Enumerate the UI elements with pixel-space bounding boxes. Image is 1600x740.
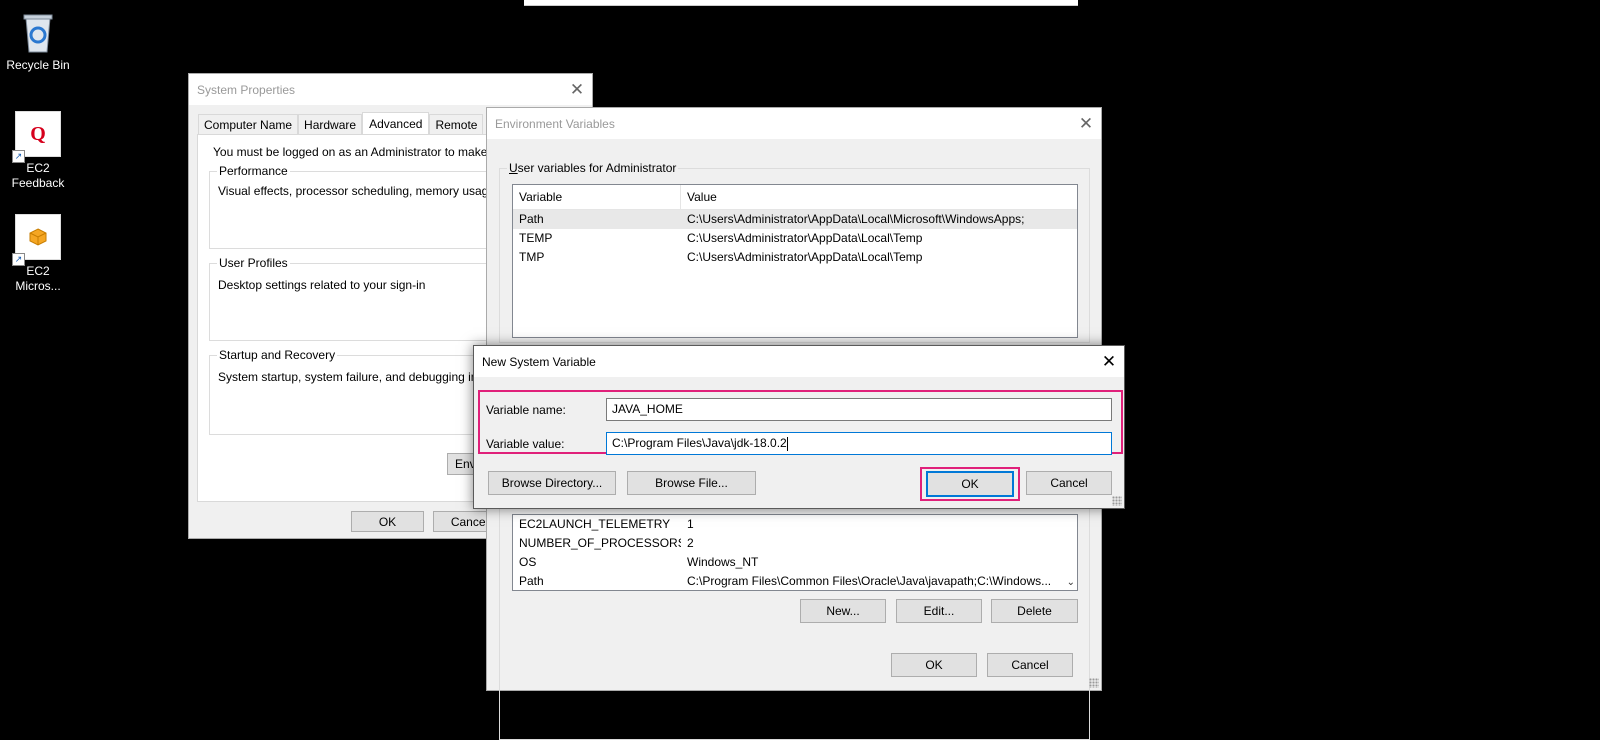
new-variable-ok-button[interactable]: OK [926,471,1014,497]
variable-value-label: Variable value: [486,437,565,451]
desktop-icon-tile: ↗ [12,214,61,266]
background-window-edge [524,0,1078,6]
shortcut-arrow-icon: ↗ [12,253,25,266]
desktop-icon-label-line1: EC2 [26,264,50,278]
new-system-variable-dialog: New System Variable ✕ Variable name: JAV… [473,345,1125,509]
value-cell: 1 [687,517,694,531]
scroll-down-icon[interactable]: ⌄ [1067,577,1075,588]
system-variables-list[interactable]: EC2LAUNCH_TELEMETRY 1 NUMBER_OF_PROCESSORS… [512,514,1078,591]
system-properties-ok-button[interactable]: OK [351,511,424,532]
variable-cell: TMP [519,250,545,264]
resize-grip-icon[interactable] [1089,678,1099,688]
user-variables-list[interactable]: Variable Value Path C:\Users\Administrato… [512,184,1078,338]
user-profiles-label: User Profiles [217,256,290,270]
desktop-icon-label-line2: Feedback [11,176,65,190]
variable-cell: TEMP [519,231,553,245]
delete-system-variable-button[interactable]: Delete [991,599,1078,623]
browse-directory-button[interactable]: Browse Directory... [488,471,616,495]
edit-system-variable-button[interactable]: Edit... [896,599,982,623]
close-icon[interactable]: ✕ [1094,346,1124,377]
table-row[interactable]: Path C:\Program Files\Common Files\Oracle… [513,572,1077,590]
close-icon[interactable]: ✕ [562,74,592,105]
browse-file-button[interactable]: Browse File... [627,471,756,495]
column-header-variable[interactable]: Variable [513,185,681,209]
window-title: System Properties [197,82,296,97]
variable-cell: OS [519,555,537,569]
tab-strip: Computer Name Hardware Advanced Remote [198,112,484,134]
table-row[interactable]: Path C:\Users\Administrator\AppData\Local… [513,210,1077,229]
dialog-title: New System Variable [482,354,596,369]
desktop-icon-recycle-bin[interactable]: Recycle Bin [0,8,76,73]
admin-note: You must be logged on as an Administrato… [213,145,527,159]
variable-name-input[interactable]: JAVA_HOME [606,398,1112,421]
user-variables-label: User variables for Administrator [507,161,679,175]
list-header: Variable Value [513,185,1077,210]
shortcut-arrow-icon: ↗ [12,150,25,163]
variable-value-input[interactable]: C:\Program Files\Java\jdk-18.0.2 [606,432,1112,455]
desktop-icon-tile: Q ↗ [12,111,61,163]
user-profiles-text: Desktop settings related to your sign-in [218,278,426,292]
tab-computer-name[interactable]: Computer Name [198,114,299,134]
tab-remote[interactable]: Remote [429,114,484,134]
recycle-bin-icon [15,8,61,54]
desktop-icon-label-line1: EC2 [26,161,50,175]
performance-text: Visual effects, processor scheduling, me… [218,184,522,198]
startup-recovery-label: Startup and Recovery [217,348,338,362]
value-cell: 2 [687,536,694,550]
desktop-icon-label: Recycle Bin [6,58,70,72]
close-icon[interactable]: ✕ [1071,108,1101,139]
value-cell: C:\Users\Administrator\AppData\Local\Mic… [687,212,1025,226]
variable-cell: NUMBER_OF_PROCESSORS [519,536,681,550]
system-variables-rows: EC2LAUNCH_TELEMETRY 1 NUMBER_OF_PROCESSORS… [513,515,1077,590]
desktop-icon-ec2-feedback[interactable]: Q ↗ EC2 Feedback [0,111,76,191]
text-cursor [786,436,788,451]
table-row[interactable]: TEMP C:\Users\Administrator\AppData\Local… [513,229,1077,248]
column-header-value[interactable]: Value [681,185,1077,209]
performance-label: Performance [217,164,290,178]
environment-variables-ok-button[interactable]: OK [891,653,977,677]
value-cell: C:\Users\Administrator\AppData\Local\Tem… [687,250,923,264]
desktop-icon-label-line2: Micros... [15,279,61,293]
table-row[interactable]: OS Windows_NT [513,553,1077,572]
table-row[interactable]: NUMBER_OF_PROCESSORS 2 [513,534,1077,553]
table-row[interactable]: EC2LAUNCH_TELEMETRY 1 [513,515,1077,534]
environment-variables-cancel-button[interactable]: Cancel [987,653,1073,677]
system-properties-titlebar: System Properties ✕ [189,74,592,105]
new-variable-cancel-button[interactable]: Cancel [1026,471,1112,495]
variable-cell: EC2LAUNCH_TELEMETRY [519,517,671,531]
environment-variables-titlebar: Environment Variables ✕ [487,108,1101,139]
user-variables-group: User variables for Administrator Variabl… [499,161,1090,343]
variable-cell: Path [519,574,544,588]
desktop-icon-ec2-micros[interactable]: ↗ EC2 Micros... [0,214,76,294]
table-row[interactable]: TMP C:\Users\Administrator\AppData\Local\… [513,248,1077,267]
user-variables-rows: Path C:\Users\Administrator\AppData\Local… [513,210,1077,267]
new-system-variable-titlebar: New System Variable ✕ [474,346,1124,377]
value-cell: Windows_NT [687,555,759,569]
variable-name-label: Variable name: [486,403,566,417]
tab-advanced[interactable]: Advanced [362,112,430,134]
value-cell: C:\Users\Administrator\AppData\Local\Tem… [687,231,923,245]
variable-cell: Path [519,212,544,226]
tab-hardware[interactable]: Hardware [298,114,363,134]
new-system-variable-button[interactable]: New... [800,599,886,623]
window-title: Environment Variables [495,116,615,131]
value-cell: C:\Program Files\Common Files\Oracle\Jav… [687,574,1052,588]
resize-grip-icon[interactable] [1112,496,1122,506]
startup-recovery-text: System startup, system failure, and debu… [218,370,512,384]
